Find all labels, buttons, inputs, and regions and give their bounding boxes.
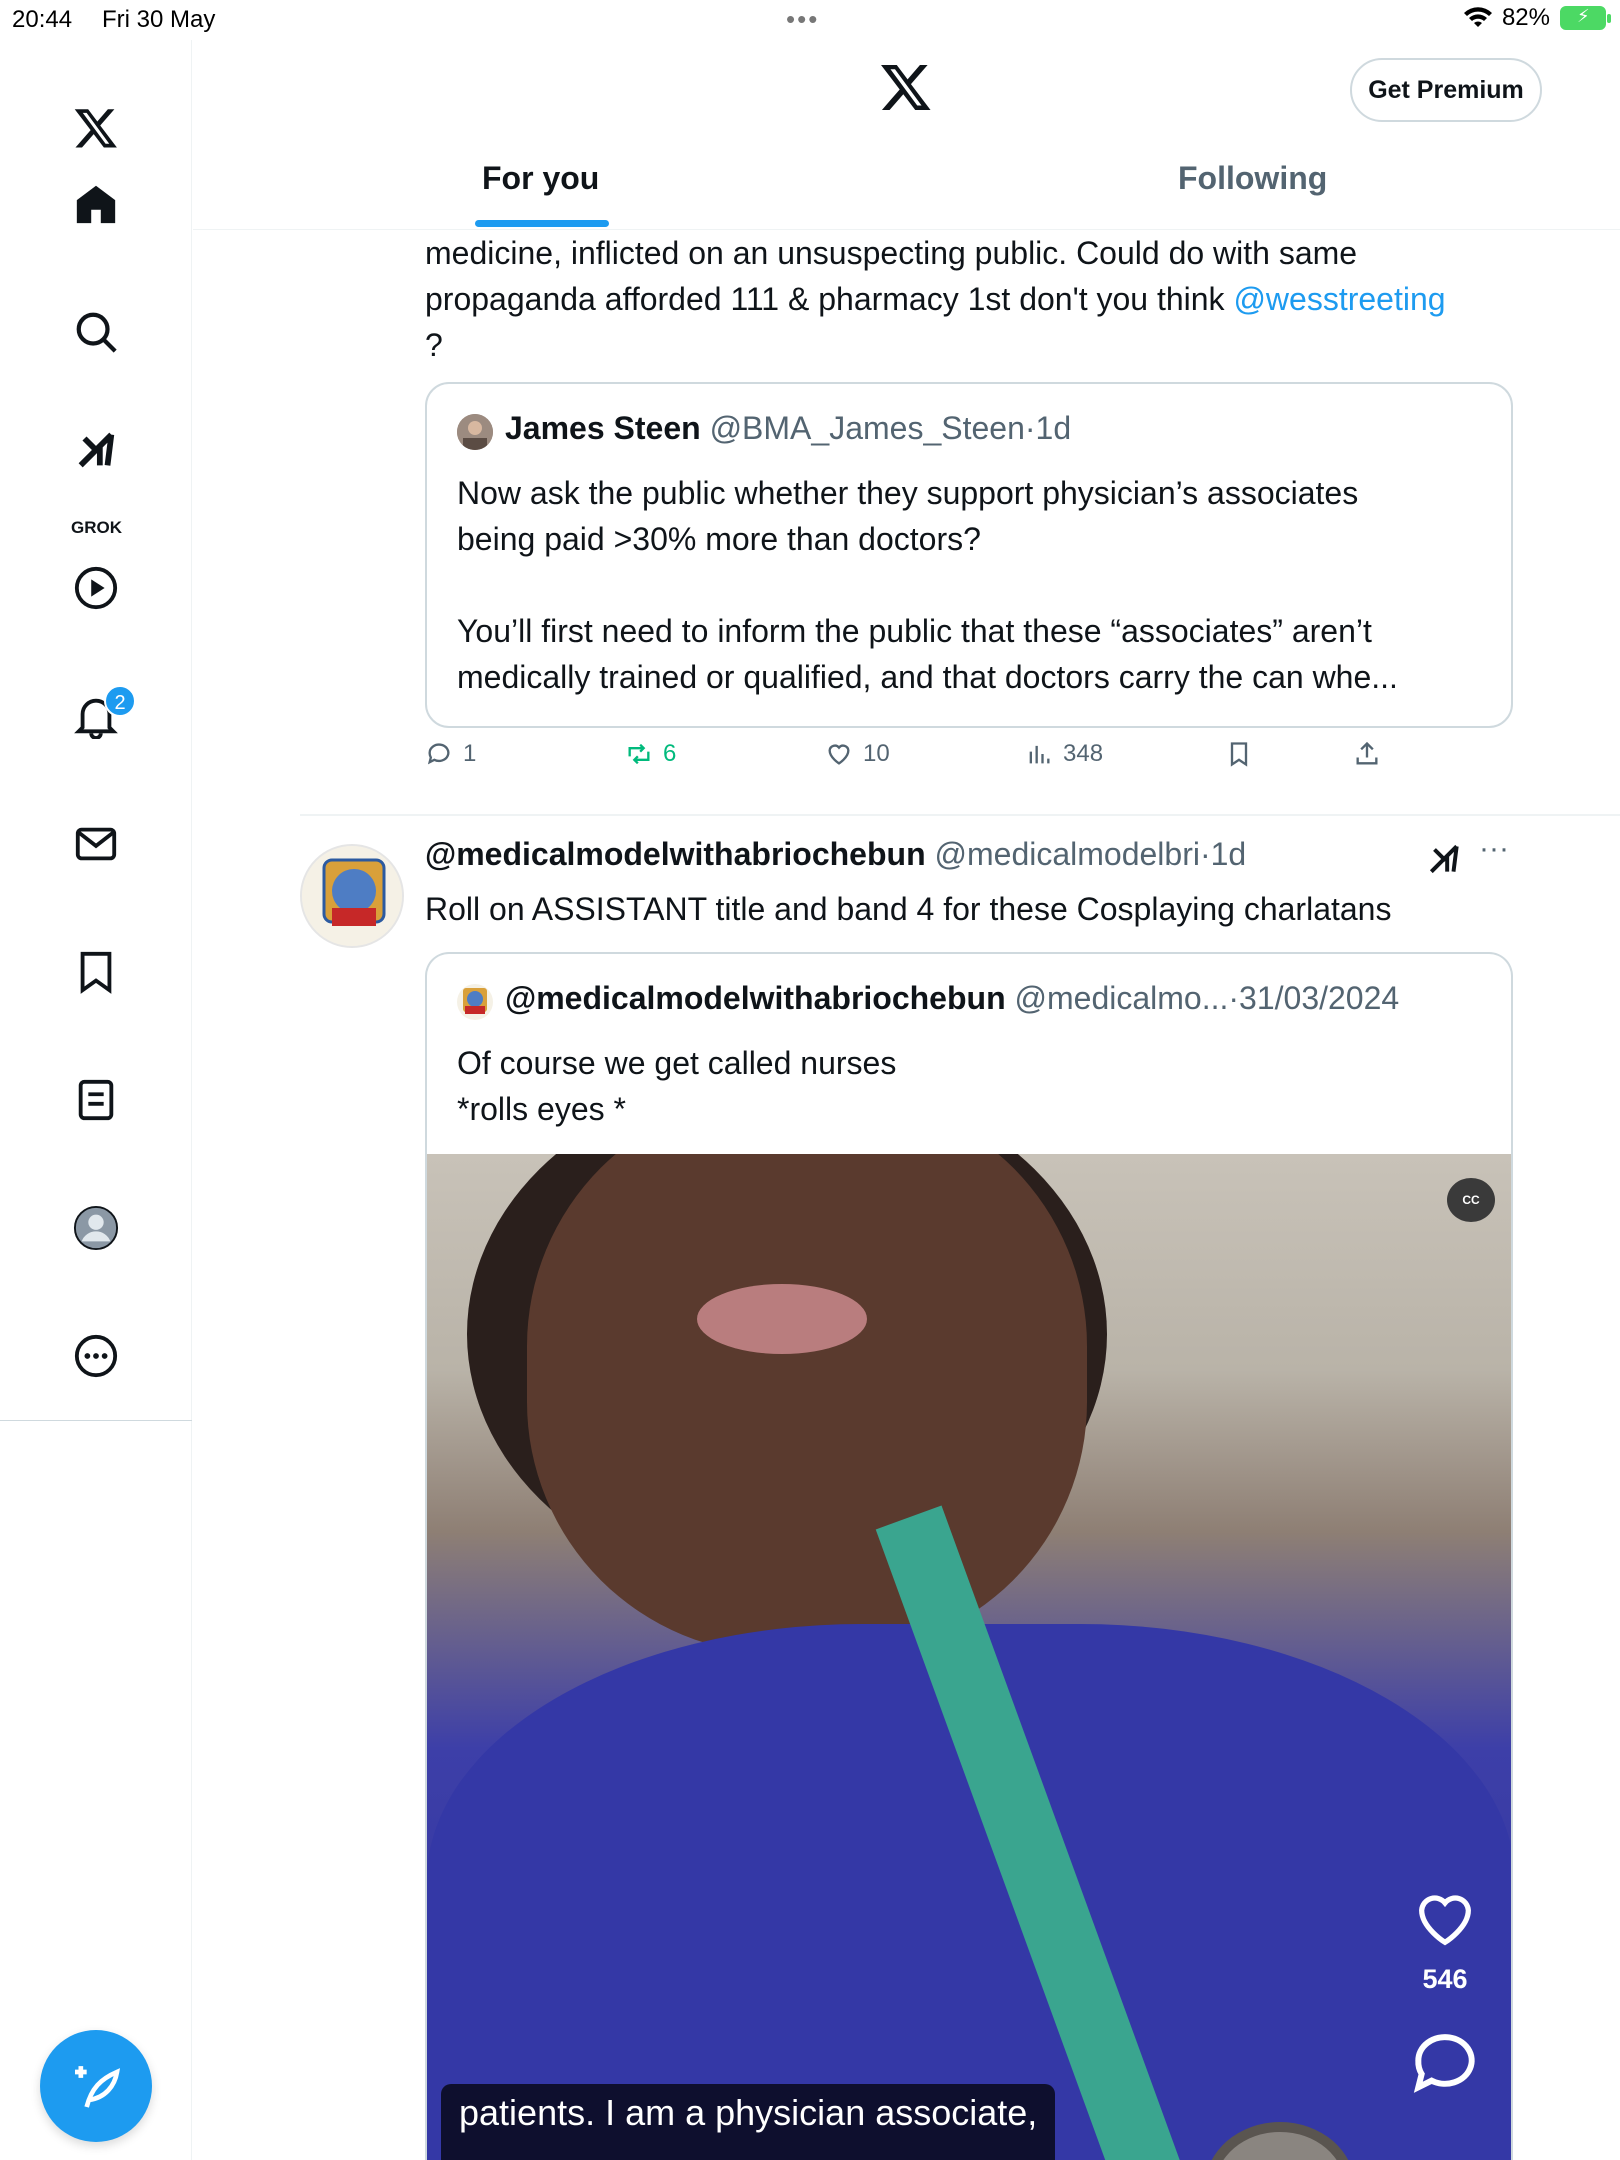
x-logo-icon[interactable] bbox=[56, 88, 136, 168]
video-comment-button[interactable] bbox=[1405, 2024, 1485, 2109]
video-caption: patients. I am a physician associate, bbox=[441, 2084, 1056, 2160]
grok-icon[interactable] bbox=[56, 410, 136, 490]
x-logo-center-icon bbox=[879, 60, 933, 119]
top-header: Get Premium For you Following bbox=[193, 40, 1620, 230]
tab-following[interactable]: Following bbox=[1178, 160, 1327, 197]
video-player[interactable]: CC 546 patients. I am a physician associ… bbox=[427, 1154, 1511, 2160]
author-avatar[interactable] bbox=[300, 844, 404, 948]
compose-post-button[interactable] bbox=[40, 2030, 152, 2142]
quote-text: Of course we get called nurses *rolls ey… bbox=[457, 1045, 897, 1127]
get-premium-button[interactable]: Get Premium bbox=[1350, 58, 1542, 122]
wifi-icon bbox=[1463, 7, 1492, 27]
repost-icon bbox=[628, 743, 650, 765]
multitask-dots[interactable]: ••• bbox=[786, 4, 819, 35]
quote-avatar[interactable] bbox=[457, 984, 493, 1020]
notification-badge: 2 bbox=[104, 685, 136, 717]
views-button[interactable]: 348 bbox=[1025, 740, 1103, 768]
reply-icon bbox=[427, 743, 450, 765]
mention-link[interactable]: @wesstreeting bbox=[1233, 281, 1445, 317]
like-button[interactable]: 10 bbox=[825, 740, 890, 768]
post-action-bar: 1 6 10 348 bbox=[425, 740, 1425, 786]
quoted-post[interactable]: James Steen @BMA_James_Steen·1d Now ask … bbox=[425, 382, 1513, 728]
reply-button[interactable]: 1 bbox=[425, 740, 476, 768]
status-date: Fri 30 May bbox=[102, 6, 216, 33]
status-bar: 20:44 Fri 30 May ••• 82% ⚡ bbox=[0, 0, 1620, 40]
bookmark-icon[interactable] bbox=[56, 932, 136, 1012]
quote-header: James Steen @BMA_James_Steen·1d bbox=[505, 410, 1072, 446]
video-like-count: 546 bbox=[1422, 1964, 1468, 1994]
repost-button[interactable]: 6 bbox=[625, 740, 676, 768]
quoted-post[interactable]: @medicalmodelwithabriochebun @medicalmo.… bbox=[425, 952, 1513, 2160]
post-text-line: ? bbox=[425, 327, 443, 363]
quote-author-name[interactable]: @medicalmodelwithabriochebun bbox=[505, 980, 1006, 1016]
quote-author-name[interactable]: James Steen bbox=[505, 410, 701, 446]
bookmark-button[interactable] bbox=[1225, 740, 1253, 768]
post-divider bbox=[300, 814, 1620, 816]
share-button[interactable] bbox=[1353, 740, 1381, 768]
views-chart-icon bbox=[1029, 745, 1050, 764]
heart-icon bbox=[828, 744, 850, 765]
bookmark-icon bbox=[1230, 742, 1248, 767]
quote-avatar[interactable] bbox=[457, 414, 493, 450]
video-like-button[interactable] bbox=[1405, 1884, 1485, 1959]
post-text: medicine, inflicted on an unsuspecting p… bbox=[425, 230, 1446, 368]
sidebar-divider bbox=[0, 1420, 192, 1421]
closed-captions-button[interactable]: CC bbox=[1447, 1178, 1495, 1222]
quote-text: Now ask the public whether they support … bbox=[457, 475, 1398, 695]
quote-time: 1d bbox=[1035, 410, 1072, 446]
tab-for-you[interactable]: For you bbox=[482, 160, 599, 197]
heart-icon bbox=[1419, 1895, 1471, 1946]
status-right: 82% ⚡ bbox=[1463, 4, 1611, 32]
battery-icon: ⚡ bbox=[1560, 6, 1611, 30]
search-icon[interactable] bbox=[56, 292, 136, 372]
share-icon bbox=[1356, 741, 1378, 765]
active-tab-indicator bbox=[475, 220, 609, 227]
profile-avatar-icon[interactable] bbox=[56, 1188, 136, 1268]
sidebar: GROK 2 bbox=[0, 40, 192, 2160]
grok-post-icon[interactable] bbox=[1425, 840, 1463, 883]
messages-envelope-icon[interactable] bbox=[56, 804, 136, 884]
post-text-line: propaganda afforded 111 & pharmacy 1st d… bbox=[425, 281, 1446, 317]
post-text-line: medicine, inflicted on an unsuspecting p… bbox=[425, 235, 1358, 271]
video-lips bbox=[697, 1284, 867, 1354]
status-time: 20:44 bbox=[12, 6, 73, 33]
home-icon[interactable] bbox=[56, 164, 136, 244]
quote-author-handle[interactable]: @BMA_James_Steen bbox=[710, 410, 1025, 446]
author-handle[interactable]: @medicalmodelbri bbox=[935, 836, 1200, 872]
quote-time: 31/03/2024 bbox=[1239, 980, 1400, 1016]
quote-author-handle[interactable]: @medicalmo... bbox=[1015, 980, 1229, 1016]
post-time: 1d bbox=[1210, 836, 1247, 872]
post-more-icon[interactable]: ··· bbox=[1479, 832, 1509, 866]
post-text: Roll on ASSISTANT title and band 4 for t… bbox=[425, 891, 1392, 927]
grok-label: GROK bbox=[71, 518, 122, 537]
video-face bbox=[527, 1154, 1087, 1654]
more-options-icon[interactable] bbox=[56, 1316, 136, 1396]
author-name[interactable]: @medicalmodelwithabriochebun bbox=[425, 836, 926, 872]
compose-feather-icon bbox=[75, 2066, 121, 2108]
lists-icon[interactable] bbox=[56, 1060, 136, 1140]
quote-header: @medicalmodelwithabriochebun @medicalmo.… bbox=[505, 980, 1400, 1016]
post-header: @medicalmodelwithabriochebun @medicalmod… bbox=[425, 836, 1247, 872]
comment-icon bbox=[1413, 2034, 1475, 2093]
video-icon[interactable] bbox=[56, 548, 136, 628]
battery-percent: 82% bbox=[1501, 4, 1550, 31]
